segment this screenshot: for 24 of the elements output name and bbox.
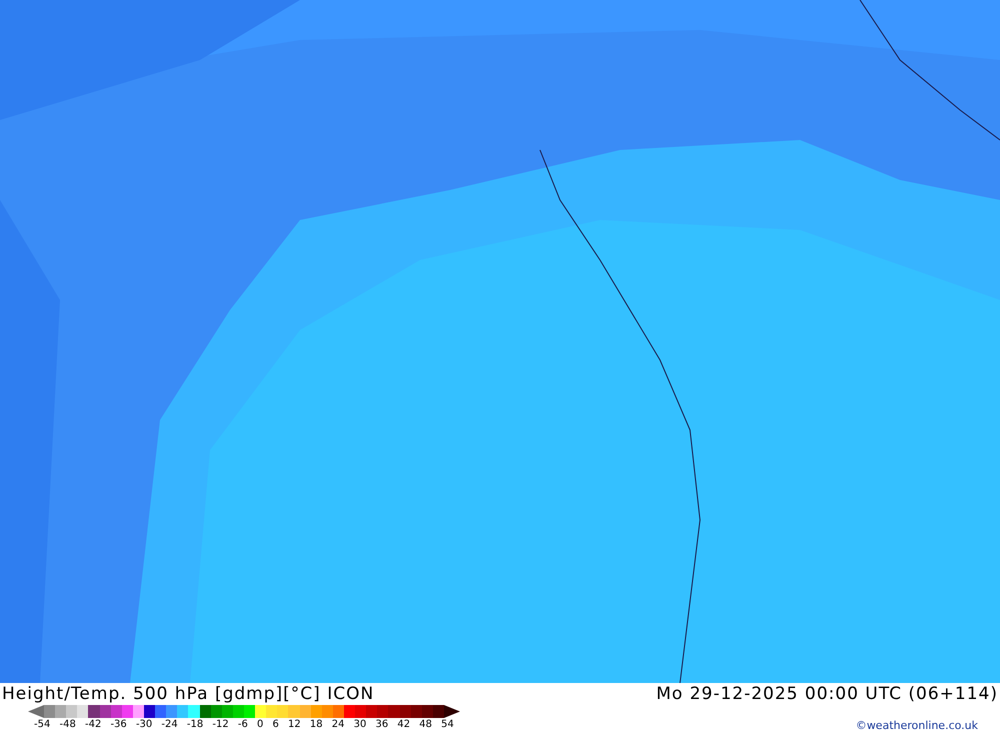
right-arrow-icon: [444, 705, 460, 718]
scale-tick-label: -36: [110, 718, 127, 732]
scale-tick-label: -42: [84, 718, 102, 732]
scale-tick-label: 48: [419, 718, 432, 732]
scale-tick-label: 6: [272, 718, 279, 732]
left-arrow-icon: [28, 705, 44, 718]
scale-tick-label: -30: [136, 718, 152, 732]
scale-tick-label: 18: [310, 718, 323, 732]
chart-title: Height/Temp. 500 hPa [gdmp][°C] ICON: [2, 683, 374, 705]
scale-tick-label: -12: [212, 718, 229, 732]
scale-tick-label: 54: [441, 718, 454, 732]
scale-tick-label: 24: [332, 718, 345, 732]
scale-tick-label: -18: [186, 718, 204, 732]
scale-tick-label: -48: [59, 718, 76, 732]
scale-tick-label: 12: [288, 718, 301, 732]
scale-tick-label: 36: [376, 718, 388, 732]
scale-tick-label: 0: [257, 718, 264, 732]
copyright-link[interactable]: ©weatheronline.co.uk: [856, 719, 978, 733]
scale-tick-label: 42: [397, 718, 410, 732]
scale-tick-label: -24: [161, 718, 178, 732]
scale-tick-label: 30: [354, 718, 366, 732]
valid-time: Mo 29-12-2025 00:00 UTC (06+114): [656, 683, 998, 705]
scale-tick-label: -6: [238, 718, 248, 732]
scale-tick-label: -54: [34, 718, 50, 732]
